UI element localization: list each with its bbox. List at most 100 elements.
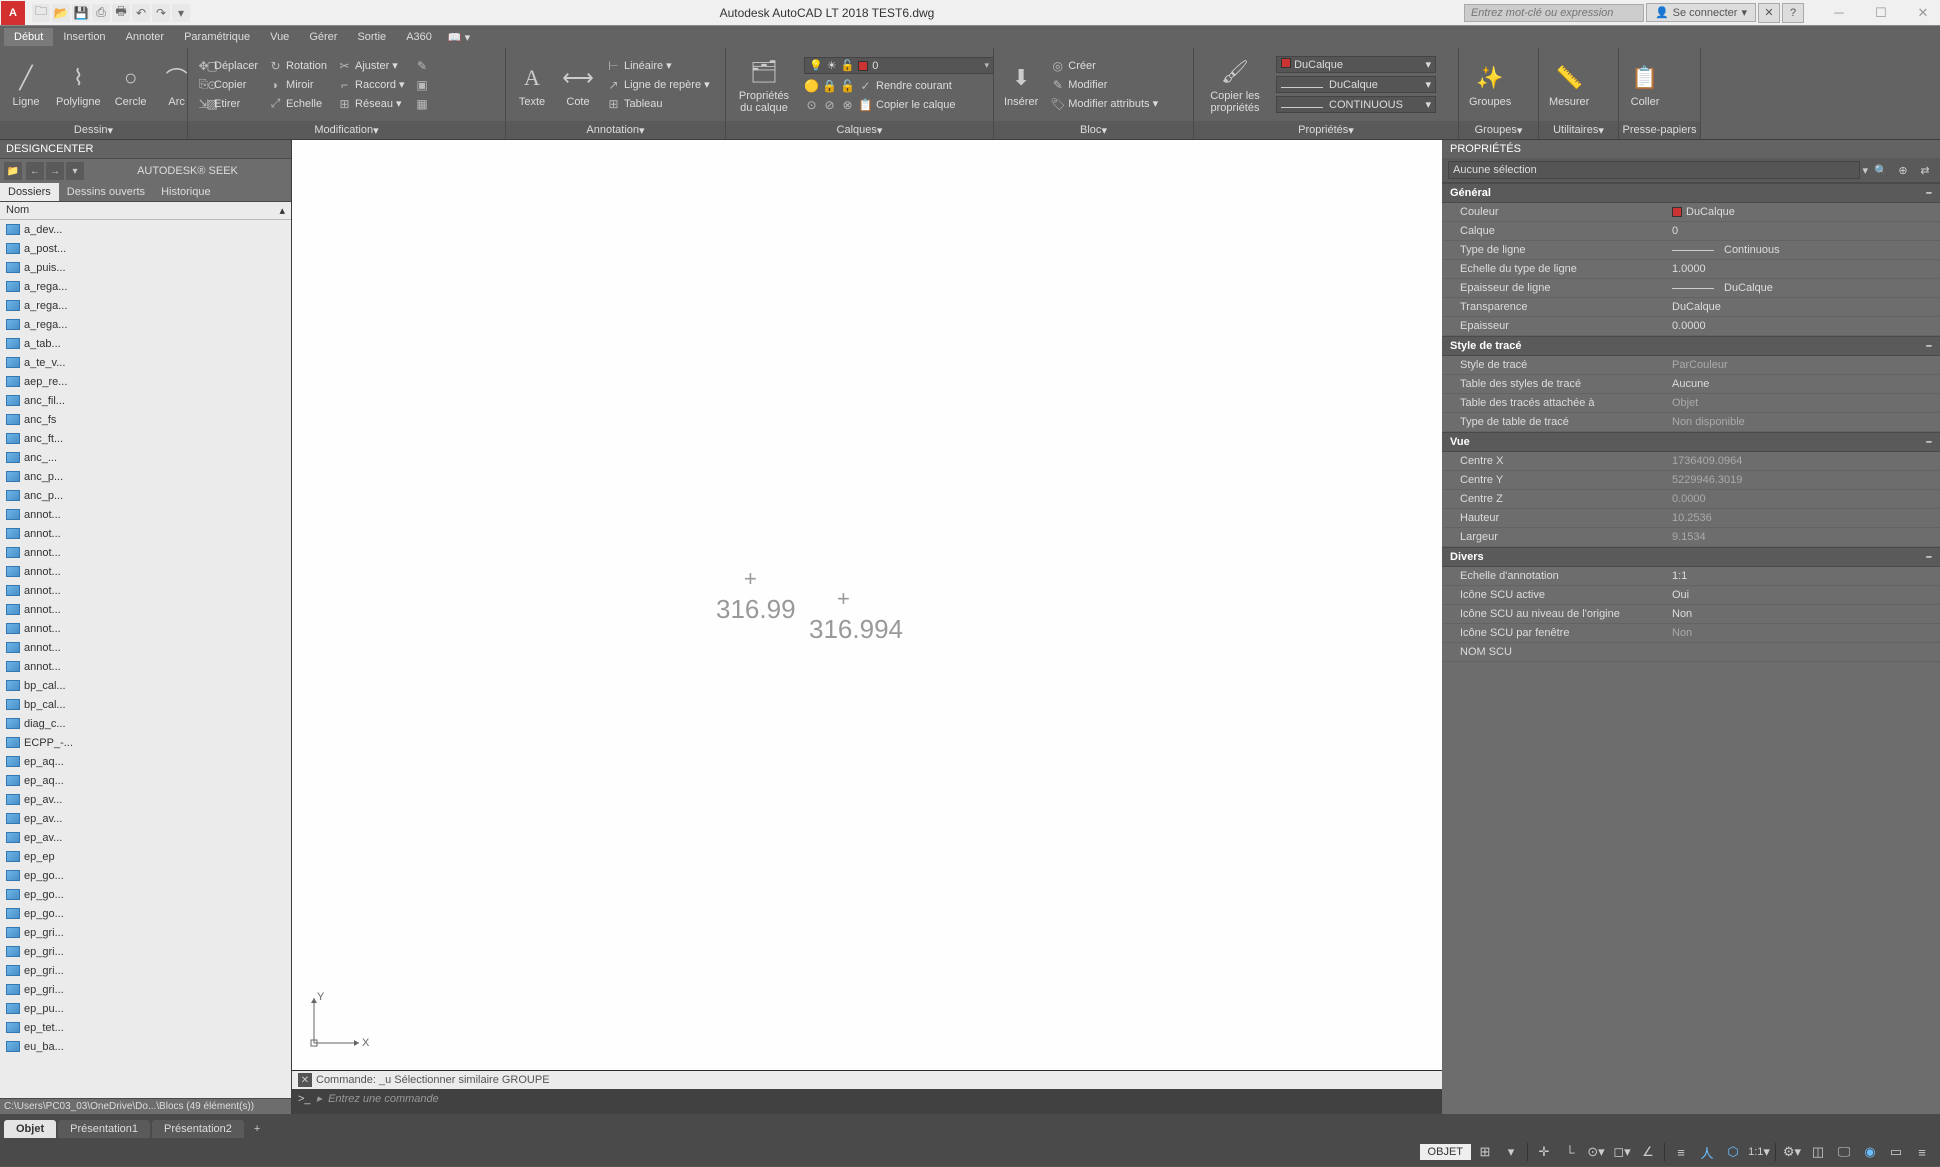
layer-tool-5[interactable]: ⊘ [822,97,837,112]
qat-more-icon[interactable]: ▾ [172,4,190,22]
status-model-badge[interactable]: OBJET [1420,1144,1471,1160]
close-button[interactable]: ✕ [1910,3,1936,23]
dc-item[interactable]: ep_gri... [0,980,291,999]
prop-row[interactable]: Type de table de tracéNon disponible [1442,413,1940,432]
prop-section-general[interactable]: Général– [1442,183,1940,203]
dim-button[interactable]: ⟷Cote [558,60,598,110]
match-props-button[interactable]: 🖌Copier les propriétés [1200,54,1270,116]
status-scale-dropdown[interactable]: 1:1▾ [1747,1141,1771,1163]
dc-item[interactable]: a_tab... [0,334,291,353]
layout-tab-objet[interactable]: Objet [4,1120,56,1138]
prop-value[interactable]: DuCalque [1672,301,1940,313]
maximize-button[interactable]: ☐ [1868,3,1894,23]
dc-item[interactable]: anc_ft... [0,429,291,448]
prop-row[interactable]: Icône SCU activeOui [1442,586,1940,605]
text-button[interactable]: ATexte [512,60,552,110]
dc-item[interactable]: a_dev... [0,220,291,239]
prop-value[interactable]: 0 [1672,225,1940,237]
props-selection-dropdown[interactable]: Aucune sélection [1448,161,1860,179]
status-gear-icon[interactable]: ⚙▾ [1780,1141,1804,1163]
prop-value[interactable]: 1:1 [1672,570,1940,582]
tab-annoter[interactable]: Annoter [116,28,175,46]
panel-annotation-label[interactable]: Annotation ▾ [506,121,725,139]
prop-row[interactable]: Largeur9.1534 [1442,528,1940,547]
qat-save-icon[interactable]: 💾 [72,4,90,22]
prop-row[interactable]: Style de tracéParCouleur [1442,356,1940,375]
panel-modification-label[interactable]: Modification ▾ [188,121,505,139]
layer-tool-3[interactable]: 🔓 [840,78,855,93]
scale-button[interactable]: ⤢Echelle [266,95,329,112]
dc-item[interactable]: annot... [0,524,291,543]
tab-sortie[interactable]: Sortie [347,28,396,46]
status-snap-icon[interactable]: ✛ [1532,1141,1556,1163]
lineweight-dropdown[interactable]: DuCalque▾ [1276,76,1436,93]
dc-file-list[interactable]: a_dev...a_post...a_puis...a_rega...a_reg… [0,220,291,1098]
dc-fwd-icon[interactable]: → [46,162,64,180]
status-monitor-icon[interactable]: 🖵 [1832,1141,1856,1163]
measure-button[interactable]: 📏Mesurer [1545,60,1593,110]
panel-utilitaires-label[interactable]: Utilitaires ▾ [1539,121,1618,139]
dc-item[interactable]: ep_gri... [0,942,291,961]
dc-item[interactable]: anc_... [0,448,291,467]
edit-attr-button[interactable]: 🏷Modifier attributs ▾ [1048,95,1160,112]
circle-button[interactable]: ○Cercle [111,60,151,110]
layer-tool-4[interactable]: ⊙ [804,97,819,112]
insert-button[interactable]: ⬇Insérer [1000,60,1042,110]
dc-item[interactable]: annot... [0,638,291,657]
dc-item[interactable]: annot... [0,505,291,524]
panel-proprietes-label[interactable]: Propriétés ▾ [1194,121,1458,139]
dc-item[interactable]: a_te_v... [0,353,291,372]
layer-tool-1[interactable]: 🟡 [804,78,819,93]
make-current-button[interactable]: ✓ [858,78,873,93]
trim-button[interactable]: ✂Ajuster ▾ [335,57,407,74]
dc-item[interactable]: ep_aq... [0,752,291,771]
color-dropdown[interactable]: DuCalque▾ [1276,56,1436,73]
dc-item[interactable]: anc_fil... [0,391,291,410]
dc-item[interactable]: a_post... [0,239,291,258]
dc-item[interactable]: annot... [0,581,291,600]
qat-redo-icon[interactable]: ↷ [152,4,170,22]
status-annoshow-icon[interactable]: ⬡ [1721,1141,1745,1163]
match-layer-button[interactable]: 📋 [858,97,873,112]
line-button[interactable]: ╱Ligne [6,60,46,110]
qat-open-icon[interactable]: 📂 [52,4,70,22]
login-button[interactable]: 👤 Se connecter ▾ [1646,3,1756,22]
polyline-button[interactable]: ⌇Polyligne [52,60,105,110]
layer-dropdown[interactable]: 💡☀🔓 0 ▾ [804,57,994,74]
prop-row[interactable]: Centre Z0.0000 [1442,490,1940,509]
modify-extra-3[interactable]: ▦ [413,95,432,112]
app-logo[interactable]: A [1,1,25,25]
dc-up-icon[interactable]: ▾ [66,162,84,180]
command-input[interactable]: >_ ▸ Entrez une commande [292,1089,1442,1108]
dc-item[interactable]: annot... [0,657,291,676]
layout-tab-presentation1[interactable]: Présentation1 [58,1120,150,1138]
prop-value[interactable]: 1.0000 [1672,263,1940,275]
exchange-icon[interactable]: ✕ [1758,3,1780,23]
prop-row[interactable]: Echelle d'annotation1:1 [1442,567,1940,586]
status-hardware-icon[interactable]: ◉ [1858,1141,1882,1163]
modify-extra-1[interactable]: ✎ [413,57,432,74]
panel-bloc-label[interactable]: Bloc ▾ [994,121,1193,139]
dc-folder-icon[interactable]: 📁 [4,162,22,180]
minimize-button[interactable]: ─ [1826,3,1852,23]
layer-props-button[interactable]: 🗂Propriétés du calque [732,54,796,116]
linetype-dropdown[interactable]: CONTINUOUS▾ [1276,96,1436,113]
dc-item[interactable]: ep_go... [0,866,291,885]
dc-item[interactable]: a_puis... [0,258,291,277]
dc-item[interactable]: bp_cal... [0,676,291,695]
pickadd-icon[interactable]: ⇄ [1916,161,1934,179]
prop-row[interactable]: Icône SCU par fenêtreNon [1442,624,1940,643]
scroll-up-icon[interactable]: ▴ [279,204,285,217]
quick-select-icon[interactable]: 🔍 [1872,161,1890,179]
status-workspace-icon[interactable]: ◫ [1806,1141,1830,1163]
select-objects-icon[interactable]: ⊕ [1894,161,1912,179]
table-button[interactable]: ⊞Tableau [604,95,712,112]
dc-item[interactable]: bp_cal... [0,695,291,714]
panel-dessin-label[interactable]: Dessin ▾ [0,121,187,139]
tab-a360[interactable]: A360 [396,28,442,46]
prop-row[interactable]: CouleurDuCalque [1442,203,1940,222]
layout-tab-presentation2[interactable]: Présentation2 [152,1120,244,1138]
dc-item[interactable]: ep_av... [0,809,291,828]
dc-item[interactable]: ep_ep [0,847,291,866]
prop-section-plot[interactable]: Style de tracé– [1442,336,1940,356]
